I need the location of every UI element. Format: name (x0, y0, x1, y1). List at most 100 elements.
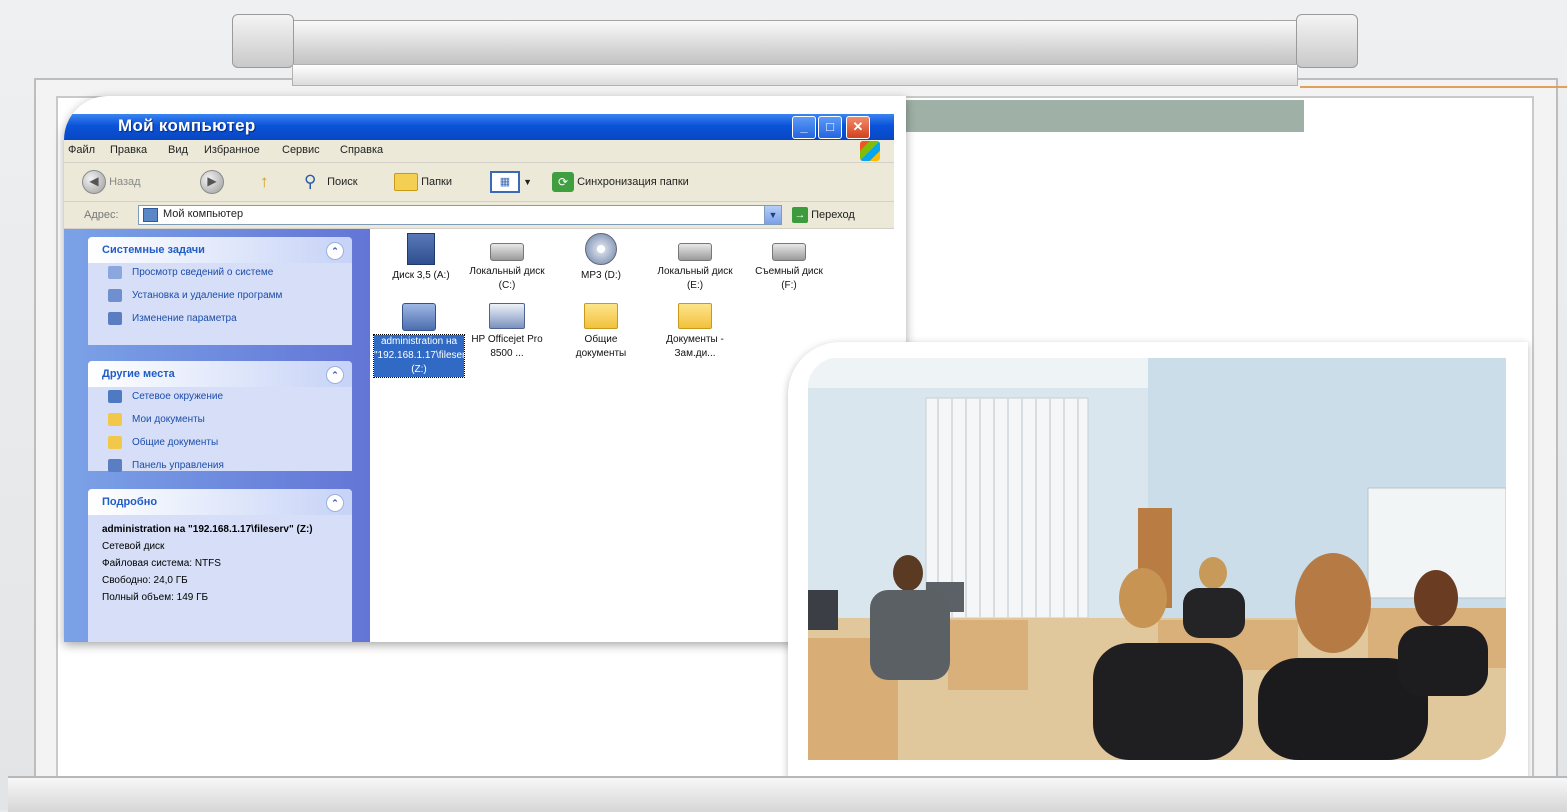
printer-hp[interactable]: HP Officejet Pro 8500 ... (464, 303, 550, 361)
place-label: Общие документы (132, 437, 219, 448)
back-arrow-icon: ◀ (82, 170, 106, 195)
folders-button[interactable]: Папки (394, 170, 452, 194)
place-label: Панель управления (132, 460, 224, 471)
up-arrow-icon: ↑ (260, 172, 269, 192)
removable-drive-icon (772, 243, 806, 261)
folder-icon (394, 173, 418, 192)
folder-icon (108, 413, 122, 426)
file-label: Локальный диск (E:) (657, 266, 733, 291)
network-drive-z[interactable]: administration на "192.168.1.17\fileserv… (373, 303, 474, 378)
window-title: Мой компьютер (118, 116, 256, 135)
task-pane: Системные задачи ⌃ Просмотр сведений о с… (64, 229, 370, 642)
menu-bar: Файл Правка Вид Избранное Сервис Справка (64, 140, 894, 163)
classroom-illustration (808, 358, 1506, 760)
file-label: MP3 (D:) (581, 270, 621, 281)
search-icon: ⚲ (304, 172, 317, 192)
search-label: Поиск (327, 176, 358, 188)
menu-file[interactable]: Файл (68, 144, 95, 156)
file-label: administration на "192.168.1.17\fileserv… (373, 334, 474, 378)
system-tasks-header[interactable]: Системные задачи ⌃ (88, 237, 352, 263)
file-label: Документы - Зам.ди... (666, 334, 724, 359)
drive-f[interactable]: Съемный диск (F:) (746, 233, 832, 293)
task-change-setting[interactable]: Изменение параметра (88, 309, 352, 332)
collapse-chevron-icon[interactable]: ⌃ (326, 366, 344, 384)
place-my-documents[interactable]: Мои документы (88, 410, 352, 433)
system-tasks-title: Системные задачи (102, 244, 205, 256)
details-type: Сетевой диск (102, 541, 165, 552)
sync-folder-button[interactable]: ⟳ Синхронизация папки (552, 170, 689, 194)
other-places-title: Другие места (102, 368, 175, 380)
place-label: Сетевое окружение (132, 391, 224, 402)
place-label: Мои документы (132, 414, 205, 425)
details-name: administration на "192.168.1.17\fileserv… (102, 524, 313, 535)
close-button[interactable]: ✕ (846, 116, 870, 139)
drive-icon (678, 243, 712, 261)
system-tasks-panel: Системные задачи ⌃ Просмотр сведений о с… (88, 237, 352, 345)
address-value: Мой компьютер (163, 208, 244, 220)
other-places-header[interactable]: Другие места ⌃ (88, 361, 352, 387)
task-add-remove-programs[interactable]: Установка и удаление программ (88, 286, 352, 309)
drive-c[interactable]: Локальный диск (C:) (464, 233, 550, 293)
info-icon (108, 266, 122, 279)
address-input[interactable]: Мой компьютер (138, 205, 778, 225)
back-button[interactable]: ◀ Назад (82, 170, 141, 195)
minimize-button[interactable]: _ (792, 116, 816, 139)
forward-arrow-icon: ▶ (200, 170, 224, 195)
address-bar: Адрес: Мой компьютер ▼ → Переход (64, 202, 894, 229)
network-icon (108, 390, 122, 403)
search-button[interactable]: ⚲ Поиск (304, 170, 358, 194)
go-label: Переход (811, 209, 855, 221)
forward-button[interactable]: ▶ (200, 170, 224, 195)
folder-icon (678, 303, 712, 329)
drive-a[interactable]: Диск 3,5 (A:) (378, 233, 464, 283)
details-header[interactable]: Подробно ⌃ (88, 489, 352, 515)
collapse-chevron-icon[interactable]: ⌃ (326, 242, 344, 260)
address-label: Адрес: (84, 209, 119, 221)
views-icon: ▦ (490, 171, 520, 194)
collapse-chevron-icon[interactable]: ⌃ (326, 494, 344, 512)
place-network[interactable]: Сетевое окружение (88, 387, 352, 410)
explorer-window: Мой компьютер _ □ ✕ Файл Правка Вид Избр… (64, 96, 906, 642)
printer-icon (489, 303, 525, 329)
floppy-icon (407, 233, 435, 265)
cd-icon (585, 233, 617, 265)
details-total: Полный объем: 149 ГБ (102, 592, 209, 603)
file-label: Локальный диск (C:) (469, 266, 545, 291)
folder-shared-documents[interactable]: Общие документы (558, 303, 644, 361)
other-places-panel: Другие места ⌃ Сетевое окружение Мои док… (88, 361, 352, 472)
maximize-button[interactable]: □ (818, 116, 842, 139)
place-shared-documents[interactable]: Общие документы (88, 433, 352, 456)
views-button[interactable]: ▦ ▼ (490, 170, 532, 194)
back-label: Назад (109, 176, 141, 188)
windows-logo-icon (860, 141, 880, 161)
menu-edit[interactable]: Правка (110, 144, 147, 156)
drive-d[interactable]: MP3 (D:) (558, 233, 644, 283)
accent-line (1300, 86, 1567, 88)
up-folder-button[interactable]: ↑ (260, 170, 280, 194)
folder-documents-deputy[interactable]: Документы - Зам.ди... (652, 303, 738, 361)
place-control-panel[interactable]: Панель управления (88, 456, 352, 479)
classroom-photo (808, 358, 1506, 760)
window-titlebar[interactable]: Мой компьютер _ □ ✕ (64, 114, 894, 140)
computer-icon (143, 208, 158, 222)
address-dropdown-icon[interactable]: ▼ (764, 205, 782, 225)
menu-view[interactable]: Вид (168, 144, 188, 156)
sync-label: Синхронизация папки (577, 176, 689, 188)
file-label: Съемный диск (F:) (755, 266, 823, 291)
file-label: Диск 3,5 (A:) (392, 270, 450, 281)
dropdown-arrow-icon: ▼ (523, 177, 532, 187)
roller-cap-left (232, 14, 294, 68)
toolbar: ◀ Назад ▶ ↑ ⚲ Поиск Папки ▦ ▼ ⟳ Синхрони… (64, 163, 894, 202)
menu-favorites[interactable]: Избранное (204, 144, 260, 156)
sync-icon: ⟳ (552, 172, 574, 193)
menu-help[interactable]: Справка (340, 144, 383, 156)
go-button[interactable]: → Переход (792, 205, 855, 225)
menu-tools[interactable]: Сервис (282, 144, 320, 156)
folders-label: Папки (421, 176, 452, 188)
details-free: Свободно: 24,0 ГБ (102, 575, 188, 586)
control-panel-icon (108, 459, 122, 472)
task-view-system-info[interactable]: Просмотр сведений о системе (88, 263, 352, 286)
projector-bottom-bar (8, 776, 1567, 812)
details-title: Подробно (102, 496, 158, 508)
drive-e[interactable]: Локальный диск (E:) (652, 233, 738, 293)
